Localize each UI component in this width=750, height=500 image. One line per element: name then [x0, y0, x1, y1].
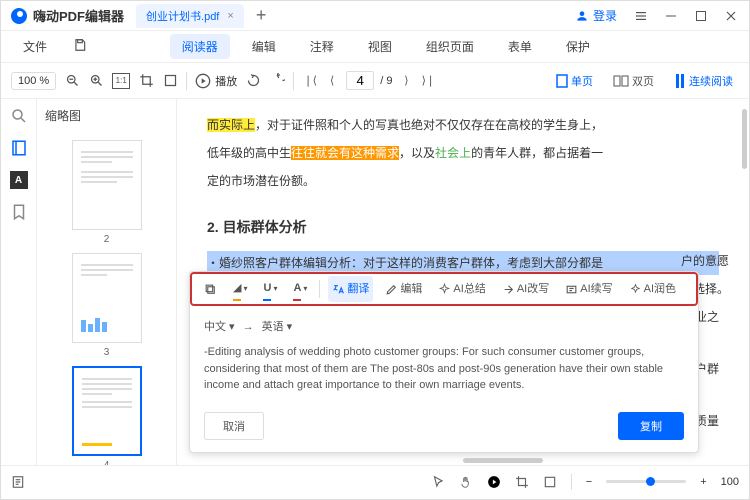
underline-tool-icon[interactable]: U▾ [259, 275, 281, 303]
thumb-num-2: 2 [37, 234, 176, 245]
ai-continue-tool[interactable]: AI续写 [561, 276, 616, 302]
horizontal-scrollbar[interactable] [463, 458, 543, 463]
double-page-button[interactable]: 双页 [607, 71, 660, 91]
zoom-in-icon[interactable] [88, 73, 104, 89]
zoom-select[interactable]: 100 % [11, 72, 56, 90]
status-cursor-icon[interactable] [431, 475, 445, 489]
translation-text: -Editing analysis of wedding photo custo… [204, 344, 684, 394]
maximize-icon[interactable] [687, 3, 715, 29]
translate-tool[interactable]: 翻译 [328, 276, 373, 302]
rotate-right-icon[interactable] [269, 73, 285, 89]
lang-from-select[interactable]: 中文 ▾ [204, 316, 235, 338]
menu-file[interactable]: 文件 [11, 34, 59, 59]
play-icon [195, 73, 211, 89]
heading-2: 2. 目标群体分析 [207, 213, 719, 241]
edit-tool[interactable]: 编辑 [381, 276, 426, 302]
status-hand-icon[interactable] [459, 475, 473, 489]
search-icon[interactable] [10, 107, 28, 125]
window-menu-icon[interactable] [627, 3, 655, 29]
bookmark-icon[interactable] [10, 203, 28, 221]
highlight-text: 往往就会有这种需求 [291, 146, 399, 160]
thumbnails-icon[interactable] [10, 139, 28, 157]
ai-polish-tool[interactable]: AI润色 [625, 276, 680, 302]
close-icon[interactable] [717, 3, 745, 29]
thumbnails-title: 缩略图 [37, 99, 176, 132]
lang-to-select[interactable]: 英语 ▾ [262, 316, 293, 338]
continuous-button[interactable]: 连续阅读 [668, 71, 739, 91]
first-page-icon[interactable]: ❘⟨ [302, 73, 318, 89]
zoom-out-icon[interactable] [64, 73, 80, 89]
last-page-icon[interactable]: ⟩❘ [420, 73, 436, 89]
app-title: 嗨动PDF编辑器 [33, 6, 124, 25]
text-icon[interactable]: A [10, 171, 28, 189]
copy-tool-icon[interactable] [200, 281, 221, 298]
highlight-text: 而实际上 [207, 118, 255, 132]
font-color-tool-icon[interactable]: A▾ [289, 275, 311, 303]
prev-page-icon[interactable]: ⟨ [324, 73, 340, 89]
translate-popup: ◢▾ U▾ A▾ 翻译 编辑 AI总结 AI改写 AI续写 AI润色 中文 ▾ … [189, 271, 699, 453]
menu-annotate[interactable]: 注释 [298, 34, 346, 59]
thumb-num-4: 4 [37, 460, 176, 465]
ai-summary-tool[interactable]: AI总结 [434, 276, 489, 302]
thumb-num-3: 3 [37, 347, 176, 358]
zoom-value: 100 [721, 476, 739, 488]
minimize-icon[interactable] [657, 3, 685, 29]
page-input[interactable] [346, 71, 374, 90]
ai-rewrite-tool[interactable]: AI改写 [498, 276, 553, 302]
crop-icon[interactable] [138, 73, 154, 89]
login-button[interactable]: 登录 [575, 7, 617, 24]
play-button[interactable]: 播放 [195, 73, 237, 89]
cancel-button[interactable]: 取消 [204, 412, 264, 440]
popup-toolbar: ◢▾ U▾ A▾ 翻译 编辑 AI总结 AI改写 AI续写 AI润色 [190, 272, 698, 306]
app-logo [11, 8, 27, 24]
document-tab[interactable]: 创业计划书.pdf × [136, 4, 244, 28]
copy-button[interactable]: 复制 [618, 412, 684, 440]
menu-reader[interactable]: 阅读器 [170, 34, 230, 59]
menu-view[interactable]: 视图 [356, 34, 404, 59]
highlight-tool-icon[interactable]: ◢▾ [229, 275, 251, 303]
tab-label: 创业计划书.pdf [146, 8, 219, 24]
new-tab-button[interactable]: + [256, 5, 267, 26]
menu-organize[interactable]: 组织页面 [414, 34, 486, 59]
user-icon [575, 9, 589, 23]
zoom-slider[interactable] [606, 480, 686, 483]
fit-11-icon[interactable]: 1:1 [112, 73, 130, 89]
vertical-scrollbar[interactable] [742, 109, 747, 169]
page-total: / 9 [380, 75, 392, 87]
status-doc-icon[interactable] [11, 475, 25, 489]
thumbnail-page-4[interactable] [72, 366, 142, 456]
status-crop-icon[interactable] [515, 475, 529, 489]
menu-form[interactable]: 表单 [496, 34, 544, 59]
swap-lang-icon[interactable]: → [243, 316, 254, 338]
status-fit-icon[interactable] [543, 475, 557, 489]
zoom-plus-icon[interactable]: + [700, 476, 706, 488]
save-icon[interactable] [69, 34, 91, 59]
close-tab-icon[interactable]: × [227, 10, 233, 22]
document-content[interactable]: 而实际上，对于证件照和个人的写真也绝对不仅仅存在在高校的学生身上， 低年级的高中… [177, 99, 749, 465]
rotate-left-icon[interactable] [245, 73, 261, 89]
single-page-button[interactable]: 单页 [550, 71, 599, 91]
status-play-icon[interactable] [487, 475, 501, 489]
thumbnail-page-2[interactable] [72, 140, 142, 230]
zoom-minus-icon[interactable]: − [586, 476, 592, 488]
menu-edit[interactable]: 编辑 [240, 34, 288, 59]
thumbnail-page-3[interactable] [72, 253, 142, 343]
next-page-icon[interactable]: ⟩ [398, 73, 414, 89]
menu-protect[interactable]: 保护 [554, 34, 602, 59]
fit-width-icon[interactable] [162, 73, 178, 89]
